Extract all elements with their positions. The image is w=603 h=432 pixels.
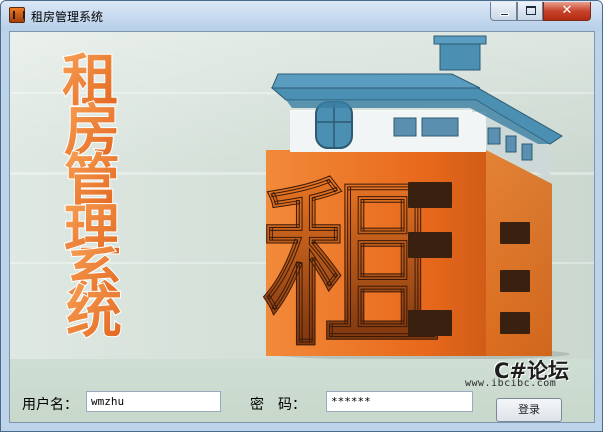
- title-char: 统: [66, 281, 122, 346]
- watermark-url: www.ibcibc.com: [465, 378, 557, 389]
- banner-art: 租 房 管 理 系 统 租: [61, 35, 570, 359]
- close-button[interactable]: ✕: [543, 2, 591, 21]
- username-input[interactable]: wmzhu: [86, 391, 221, 412]
- window-title: 租房管理系统: [31, 10, 104, 24]
- password-label: 密 码：: [250, 397, 306, 413]
- password-input[interactable]: ******: [326, 391, 473, 412]
- app-rent-icon: [9, 7, 25, 23]
- house-illustration: 租: [262, 35, 570, 359]
- close-icon: ✕: [561, 3, 573, 18]
- minimize-icon: [500, 13, 509, 16]
- app-window: 租房管理系统 ✕ 租 房 管 理 系 统 租 用户名： wmzhu 密 码： *…: [0, 0, 603, 432]
- vertical-title: 租 房 管 理 系 统: [61, 48, 123, 347]
- username-label: 用户名：: [22, 397, 78, 413]
- maximize-icon: [526, 6, 536, 15]
- login-button[interactable]: 登录: [496, 398, 562, 422]
- minimize-button[interactable]: [490, 2, 517, 21]
- banner-image: 租 房 管 理 系 统 租: [10, 32, 594, 359]
- maximize-button[interactable]: [517, 2, 543, 21]
- title-bar[interactable]: 租房管理系统 ✕: [1, 1, 602, 31]
